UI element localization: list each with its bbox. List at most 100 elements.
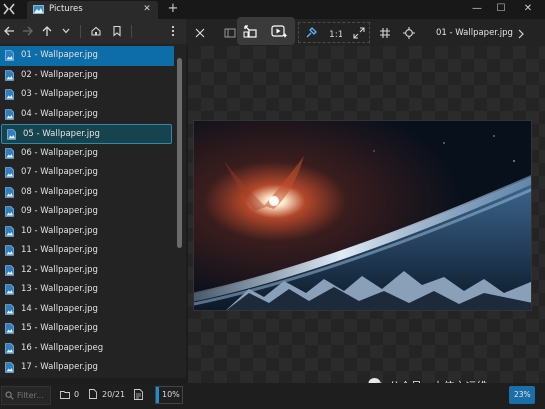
file-list-item[interactable]: 11 - Wallpaper.jpg bbox=[0, 241, 174, 261]
file-name: 05 - Wallpaper.jpg bbox=[23, 129, 100, 139]
wallpaper-image[interactable] bbox=[193, 120, 532, 311]
pin-icon[interactable] bbox=[304, 26, 318, 40]
thumbnail-zoom-indicator[interactable]: 10% bbox=[155, 386, 183, 404]
image-file-icon bbox=[5, 245, 14, 256]
image-file-icon bbox=[5, 50, 14, 61]
filter-field[interactable] bbox=[1, 386, 51, 405]
file-list-item[interactable]: 12 - Wallpaper.jpg bbox=[0, 261, 174, 281]
file-list-item[interactable]: 17 - Wallpaper.jpg bbox=[0, 358, 174, 378]
maximize-icon[interactable]: ☐ bbox=[490, 0, 512, 17]
grid-icon[interactable] bbox=[378, 26, 392, 40]
minimize-icon[interactable]: — bbox=[466, 0, 488, 17]
new-tab-icon[interactable]: + bbox=[166, 2, 180, 16]
image-file-icon bbox=[5, 147, 14, 159]
document-icon[interactable] bbox=[134, 389, 143, 400]
fit-to-window-icon[interactable] bbox=[243, 24, 257, 38]
file-name: 10 - Wallpaper.jpg bbox=[21, 225, 98, 236]
file-list-item[interactable]: 09 - Wallpaper.jpg bbox=[0, 202, 174, 222]
crosshair-icon[interactable] bbox=[402, 26, 416, 40]
file-list-item[interactable]: 16 - Wallpaper.jpeg bbox=[0, 339, 174, 359]
file-name: 12 - Wallpaper.jpg bbox=[21, 264, 98, 275]
zoom-level-fill bbox=[156, 387, 159, 403]
file-list-item[interactable]: 06 - Wallpaper.jpg bbox=[0, 144, 174, 164]
image-file-icon bbox=[7, 129, 16, 140]
filter-input[interactable] bbox=[17, 389, 49, 402]
file-list-item[interactable]: 02 - Wallpaper.jpg bbox=[0, 66, 174, 86]
chevron-down-icon[interactable] bbox=[59, 24, 73, 38]
toolbar-divider bbox=[131, 25, 132, 38]
file-list-item[interactable]: 15 - Wallpaper.jpg bbox=[0, 319, 174, 339]
file-name: 07 - Wallpaper.jpg bbox=[21, 167, 98, 177]
file-name: 17 - Wallpaper.jpg bbox=[21, 362, 98, 372]
file-name: 15 - Wallpaper.jpg bbox=[21, 323, 98, 333]
image-file-icon bbox=[5, 206, 14, 217]
image-file-icon bbox=[5, 284, 14, 295]
folder-count: 0 bbox=[74, 390, 80, 399]
toolbar-divider bbox=[80, 25, 81, 38]
image-file-icon bbox=[5, 303, 14, 315]
file-name: 09 - Wallpaper.jpg bbox=[21, 206, 98, 216]
tab-pictures[interactable]: Pictures ✕ bbox=[27, 1, 158, 19]
status-bar bbox=[0, 383, 545, 409]
thumbnail-zoom-label: 10% bbox=[162, 390, 180, 399]
image-file-icon bbox=[5, 342, 14, 354]
file-list-scrollbar[interactable] bbox=[177, 58, 182, 248]
image-file-icon bbox=[5, 362, 14, 373]
image-file-icon bbox=[5, 264, 14, 276]
file-list-item[interactable]: 08 - Wallpaper.jpg bbox=[0, 183, 174, 203]
file-count: 20/21 bbox=[102, 390, 126, 399]
image-zoom-label: 23% bbox=[514, 390, 531, 399]
file-list-item[interactable]: 03 - Wallpaper.jpg bbox=[0, 85, 174, 105]
more-options-icon[interactable] bbox=[166, 24, 180, 38]
image-file-icon bbox=[5, 89, 14, 100]
file-list: 01 - Wallpaper.jpg 02 - Wallpaper.jpg 03 -… bbox=[0, 44, 186, 378]
close-window-icon[interactable]: ✕ bbox=[517, 0, 539, 17]
slideshow-icon[interactable] bbox=[271, 24, 288, 38]
image-file-icon bbox=[5, 69, 14, 81]
file-icon bbox=[89, 389, 97, 399]
image-file-icon bbox=[5, 323, 14, 334]
viewer-file-title: 01 - Wallpaper.jpg bbox=[436, 28, 513, 38]
image-zoom-indicator[interactable]: 23% bbox=[509, 386, 535, 404]
file-name: 08 - Wallpaper.jpg bbox=[21, 186, 98, 197]
search-icon bbox=[5, 391, 14, 400]
back-icon[interactable] bbox=[2, 24, 16, 38]
file-name: 02 - Wallpaper.jpg bbox=[21, 69, 98, 80]
image-icon bbox=[33, 5, 44, 14]
panel-toggle-icon[interactable] bbox=[223, 26, 237, 40]
file-list-item[interactable]: 07 - Wallpaper.jpg bbox=[0, 163, 174, 183]
chevron-right-icon[interactable] bbox=[514, 27, 528, 41]
file-list-item[interactable]: 04 - Wallpaper.jpg bbox=[0, 105, 174, 125]
bookmark-icon[interactable] bbox=[110, 24, 124, 38]
close-viewer-icon[interactable] bbox=[193, 26, 207, 40]
close-tab-icon[interactable]: ✕ bbox=[140, 2, 154, 16]
file-name: 04 - Wallpaper.jpg bbox=[21, 108, 98, 119]
file-name: 14 - Wallpaper.jpg bbox=[21, 303, 98, 314]
space-planet-artwork bbox=[194, 121, 531, 310]
file-name: 06 - Wallpaper.jpg bbox=[21, 147, 98, 158]
actual-size-icon[interactable]: 1:1 bbox=[328, 26, 342, 40]
tab-title: Pictures bbox=[49, 4, 83, 14]
quick-actions-popup bbox=[237, 17, 295, 45]
svg-text:1:1: 1:1 bbox=[329, 30, 342, 40]
file-list-item[interactable]: 05 - Wallpaper.jpg bbox=[1, 124, 172, 144]
file-list-item[interactable]: 14 - Wallpaper.jpg bbox=[0, 300, 174, 320]
file-list-toolbar bbox=[0, 19, 186, 44]
image-file-icon bbox=[5, 186, 14, 198]
forward-icon[interactable] bbox=[21, 24, 35, 38]
up-icon[interactable] bbox=[40, 24, 54, 38]
file-name: 01 - Wallpaper.jpg bbox=[21, 50, 98, 60]
image-file-icon bbox=[5, 167, 14, 178]
file-name: 03 - Wallpaper.jpg bbox=[21, 89, 98, 99]
file-name: 16 - Wallpaper.jpeg bbox=[21, 342, 104, 353]
file-name: 13 - Wallpaper.jpg bbox=[21, 284, 98, 294]
home-icon[interactable] bbox=[89, 24, 103, 38]
folder-icon bbox=[60, 391, 70, 399]
file-list-item[interactable]: 10 - Wallpaper.jpg bbox=[0, 222, 174, 242]
file-list-item[interactable]: 13 - Wallpaper.jpg bbox=[0, 280, 174, 300]
image-file-icon bbox=[5, 225, 14, 237]
app-logo-icon bbox=[3, 3, 15, 15]
file-list-item[interactable]: 01 - Wallpaper.jpg bbox=[0, 46, 174, 66]
file-name: 11 - Wallpaper.jpg bbox=[21, 245, 98, 255]
fullscreen-icon[interactable] bbox=[352, 26, 366, 40]
